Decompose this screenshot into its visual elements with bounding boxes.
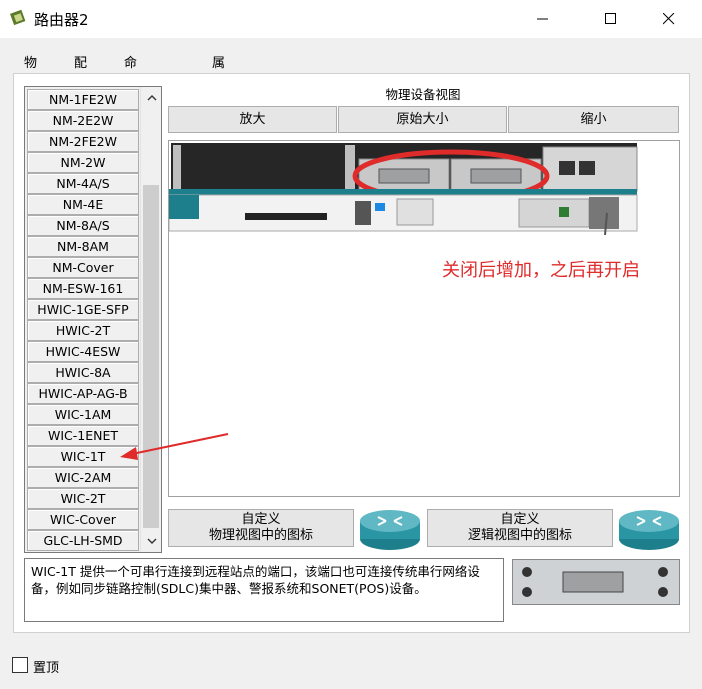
- physical-device-view[interactable]: [168, 140, 680, 497]
- module-list-item[interactable]: NM-8AM: [27, 236, 139, 257]
- custom-logic-line2: 逻辑视图中的图标: [467, 528, 572, 543]
- scroll-down-button[interactable]: [141, 532, 161, 550]
- module-description: WIC-1T 提供一个可串行连接到远程站点的端口，该端口也可连接传统串行网络设备…: [24, 558, 504, 622]
- minimize-icon: [537, 18, 548, 20]
- zoom-out-button[interactable]: 缩小: [508, 106, 679, 133]
- chevron-down-icon: [147, 538, 156, 544]
- scroll-up-button[interactable]: [141, 89, 161, 107]
- wic-1t-module-icon: [522, 567, 668, 597]
- module-preview-image: [512, 559, 680, 605]
- close-button[interactable]: [646, 0, 692, 38]
- module-list-item[interactable]: NM-4A/S: [27, 173, 139, 194]
- annotation-arrow-icon: [120, 433, 229, 460]
- annotation-text: 关闭后增加，之后再开启: [442, 260, 640, 281]
- maximize-button[interactable]: [588, 0, 634, 38]
- scrollbar-thumb[interactable]: [143, 185, 159, 528]
- module-list-item[interactable]: WIC-Cover: [27, 509, 139, 530]
- module-list-item[interactable]: NM-1FE2W: [27, 89, 139, 110]
- always-on-top-label: 置顶: [33, 661, 60, 676]
- router-icon: [619, 510, 679, 550]
- router-icon: [360, 510, 420, 550]
- module-list-item[interactable]: NM-4E: [27, 194, 139, 215]
- module-list-item[interactable]: HWIC-4ESW: [27, 341, 139, 362]
- module-list-item[interactable]: NM-ESW-161: [27, 278, 139, 299]
- maximize-icon: [605, 13, 616, 24]
- module-list-item[interactable]: NM-2W: [27, 152, 139, 173]
- module-list-item[interactable]: HWIC-2T: [27, 320, 139, 341]
- module-list-item[interactable]: NM-2E2W: [27, 110, 139, 131]
- close-icon: [663, 13, 675, 25]
- module-list-item[interactable]: WIC-1AM: [27, 404, 139, 425]
- module-list-item[interactable]: HWIC-AP-AG-B: [27, 383, 139, 404]
- title-bar: 路由器2: [0, 0, 702, 38]
- module-list-item[interactable]: WIC-2AM: [27, 467, 139, 488]
- minimize-button[interactable]: [520, 0, 566, 38]
- always-on-top-checkbox[interactable]: [12, 657, 28, 673]
- chevron-up-icon: [147, 95, 156, 101]
- module-list[interactable]: NM-1FE2W NM-2E2W NM-2FE2W NM-2W NM-4A/S NM-4E…: [24, 86, 162, 553]
- router-app-icon: [10, 9, 26, 26]
- module-list-item[interactable]: NM-Cover: [27, 257, 139, 278]
- router-chassis-image: [168, 143, 638, 236]
- module-list-item[interactable]: GLC-LH-SMD: [27, 530, 139, 551]
- custom-logic-line1: 自定义: [500, 512, 540, 527]
- physical-view-title: 物理设备视图: [385, 87, 461, 102]
- zoom-in-button[interactable]: 放大: [168, 106, 337, 133]
- custom-phys-line2: 物理视图中的图标: [208, 528, 313, 543]
- customize-physical-icon-button[interactable]: 自定义 物理视图中的图标: [168, 509, 354, 547]
- module-list-item[interactable]: NM-8A/S: [27, 215, 139, 236]
- module-list-item[interactable]: NM-2FE2W: [27, 131, 139, 152]
- module-list-item[interactable]: HWIC-8A: [27, 362, 139, 383]
- custom-phys-line1: 自定义: [241, 512, 281, 527]
- original-size-button[interactable]: 原始大小: [338, 106, 507, 133]
- customize-logical-icon-button[interactable]: 自定义 逻辑视图中的图标: [427, 509, 613, 547]
- module-list-scrollbar[interactable]: [140, 87, 161, 552]
- module-list-item[interactable]: WIC-2T: [27, 488, 139, 509]
- window-title: 路由器2: [34, 11, 89, 29]
- module-list-item[interactable]: HWIC-1GE-SFP: [27, 299, 139, 320]
